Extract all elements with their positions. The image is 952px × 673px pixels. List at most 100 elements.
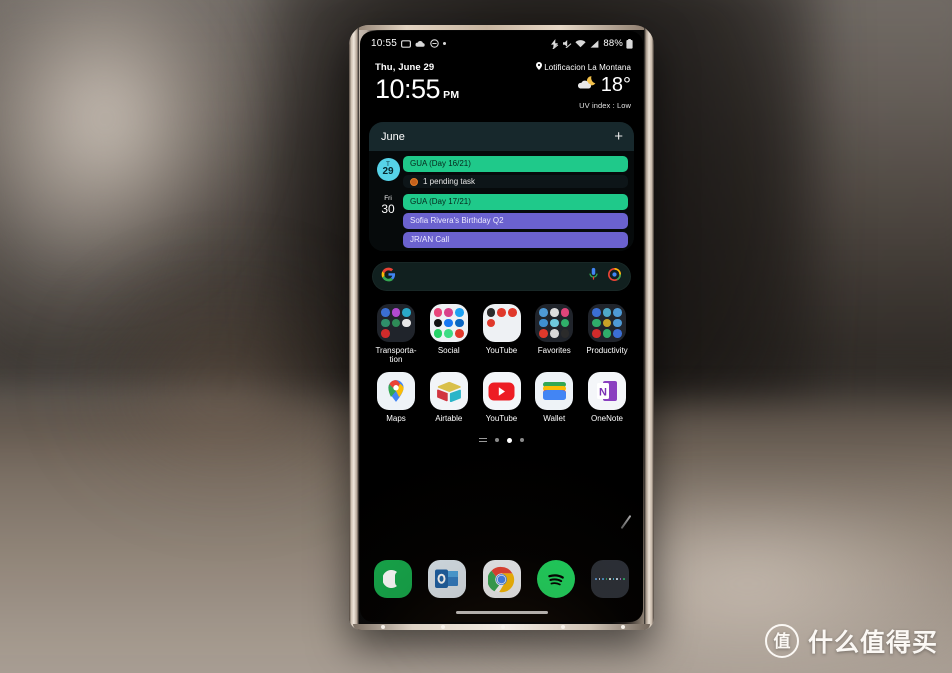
weather-uv-label: UV index : Low: [579, 101, 631, 110]
microphone-icon[interactable]: [588, 267, 599, 286]
task-circle-icon: [410, 177, 418, 186]
weather-temperature-label: 18°: [600, 74, 631, 96]
phone-frame-dot: [621, 625, 625, 629]
folder-productivity-icon: [588, 304, 626, 342]
app-grid: Transporta-tion Social YouTube Favorites…: [360, 291, 643, 443]
app-label: Productivity: [586, 346, 628, 355]
phone-frame-dot: [441, 625, 445, 629]
calendar-event[interactable]: GUA (Day 16/21): [403, 156, 628, 172]
phone-frame-dot: [561, 625, 565, 629]
clock-ampm-label: PM: [443, 89, 460, 101]
watermark: 值 什么值得买: [764, 623, 938, 659]
app-label: YouTube: [485, 346, 518, 355]
calendar-day-number: 30: [381, 201, 395, 216]
google-search-bar[interactable]: [372, 262, 631, 291]
page-dot-active[interactable]: [507, 437, 512, 443]
status-bar: 10:55 88%: [360, 31, 643, 49]
app-label: Airtable: [435, 414, 463, 424]
app-youtube[interactable]: YouTube: [476, 372, 528, 423]
clock-widget[interactable]: Thu, June 29 10:55 PM: [375, 62, 459, 103]
app-airtable[interactable]: Airtable: [423, 372, 475, 423]
folder-youtube-icon: [482, 304, 521, 342]
app-label: Maps: [386, 414, 406, 424]
chrome-icon[interactable]: [482, 560, 521, 598]
page-indicator[interactable]: [370, 437, 633, 443]
clock-weather-widget[interactable]: Thu, June 29 10:55 PM Lotificacion La Mon…: [360, 49, 643, 110]
moon-cloud-icon: [577, 75, 597, 95]
calendar-day-badge: Fri 30: [373, 195, 403, 216]
calendar-body: T 29 GUA (Day 16/21) 1 pending task Fri …: [369, 151, 634, 251]
calendar-day-today-badge: T 29: [376, 158, 400, 181]
calendar-day-row[interactable]: T 29 GUA (Day 16/21) 1 pending task: [369, 155, 634, 189]
screen-rect-icon: [401, 39, 412, 49]
calendar-day-row[interactable]: Fri 30 GUA (Day 17/21) Sofia Rivera's Bi…: [369, 193, 634, 249]
phone-frame-top: [353, 25, 650, 30]
home-screen-menu-icon[interactable]: [479, 437, 487, 443]
app-folder-youtube[interactable]: YouTube: [476, 304, 528, 364]
google-lens-icon[interactable]: [608, 267, 621, 286]
calendar-day-column: T 29: [373, 156, 403, 181]
phone-frame-right: [644, 25, 654, 630]
dock: [360, 560, 643, 598]
app-folder-social[interactable]: Social: [423, 304, 475, 364]
weather-widget[interactable]: Lotificacion La Montana 18° UV index : L…: [536, 62, 631, 110]
folder-social-icon: [429, 304, 468, 342]
app-label: OneNote: [590, 414, 624, 424]
phone-screen[interactable]: 10:55 88% Thu, June 29 10:55 PM Lotifica…: [360, 31, 643, 622]
app-label: Transporta-tion: [375, 346, 417, 365]
airtable-icon: [429, 372, 468, 411]
app-folder-transportation[interactable]: Transporta-tion: [370, 304, 422, 364]
gesture-bar[interactable]: [455, 611, 548, 614]
clock-time-value: 10:55: [375, 74, 441, 104]
calendar-header: June +: [369, 122, 634, 151]
signal-icon: [589, 39, 599, 49]
app-folder-favorites[interactable]: Favorites: [528, 304, 580, 364]
calendar-events-list: GUA (Day 16/21) 1 pending task: [403, 156, 628, 188]
phone-icon[interactable]: [374, 560, 412, 598]
outlook-icon[interactable]: [428, 560, 467, 598]
google-wallet-icon: [535, 372, 574, 411]
battery-percent-label: 88%: [603, 38, 623, 49]
weather-location: Lotificacion La Montana: [536, 62, 631, 72]
calendar-add-event-button[interactable]: +: [614, 129, 623, 144]
calendar-task-label: 1 pending task: [423, 177, 476, 186]
s-pen-icon: [620, 514, 632, 530]
search-actions: [588, 267, 621, 286]
app-drawer-icon[interactable]: [591, 560, 629, 598]
app-row: Transporta-tion Social YouTube Favorites…: [370, 304, 633, 364]
calendar-event[interactable]: GUA (Day 17/21): [403, 194, 628, 210]
youtube-icon: [482, 372, 521, 411]
dnd-icon: [429, 39, 439, 49]
clock-date-label: Thu, June 29: [375, 62, 435, 73]
app-folder-productivity[interactable]: Productivity: [581, 304, 633, 364]
app-label: Favorites: [537, 346, 571, 355]
page-dot[interactable]: [520, 438, 524, 443]
onenote-icon: N: [588, 372, 626, 411]
google-g-icon: [381, 267, 396, 287]
status-bar-clock: 10:55: [371, 38, 398, 49]
svg-text:N: N: [599, 387, 607, 399]
app-label: Social: [437, 346, 460, 355]
app-wallet[interactable]: Wallet: [528, 372, 580, 423]
app-label: Wallet: [543, 414, 566, 424]
calendar-event[interactable]: JR/AN Call: [403, 232, 628, 248]
weather-temperature-row: 18°: [536, 75, 631, 95]
calendar-pending-task[interactable]: 1 pending task: [403, 175, 628, 188]
smartphone-device: 10:55 88% Thu, June 29 10:55 PM Lotifica…: [349, 25, 654, 630]
vibrate-mute-icon: [562, 39, 572, 49]
folder-transportation-icon: [377, 304, 415, 342]
app-onenote[interactable]: N OneNote: [581, 372, 633, 423]
wifi-icon: [575, 39, 586, 49]
watermark-badge-icon: 值: [764, 624, 799, 658]
app-maps[interactable]: Maps: [370, 372, 422, 423]
calendar-event[interactable]: Sofia Rivera's Birthday Q2: [403, 213, 628, 229]
calendar-widget[interactable]: June + T 29 GUA (Day 16/21) 1 pending ta…: [369, 122, 634, 251]
phone-frame-dot: [381, 625, 385, 629]
phone-frame-left: [349, 25, 359, 630]
calendar-day-column: Fri 30: [373, 194, 403, 215]
spotify-icon[interactable]: [536, 560, 575, 598]
google-maps-icon: [377, 372, 415, 411]
page-dot[interactable]: [495, 438, 499, 443]
status-bar-left: 10:55: [371, 38, 447, 49]
clock-time: 10:55 PM: [375, 75, 459, 103]
